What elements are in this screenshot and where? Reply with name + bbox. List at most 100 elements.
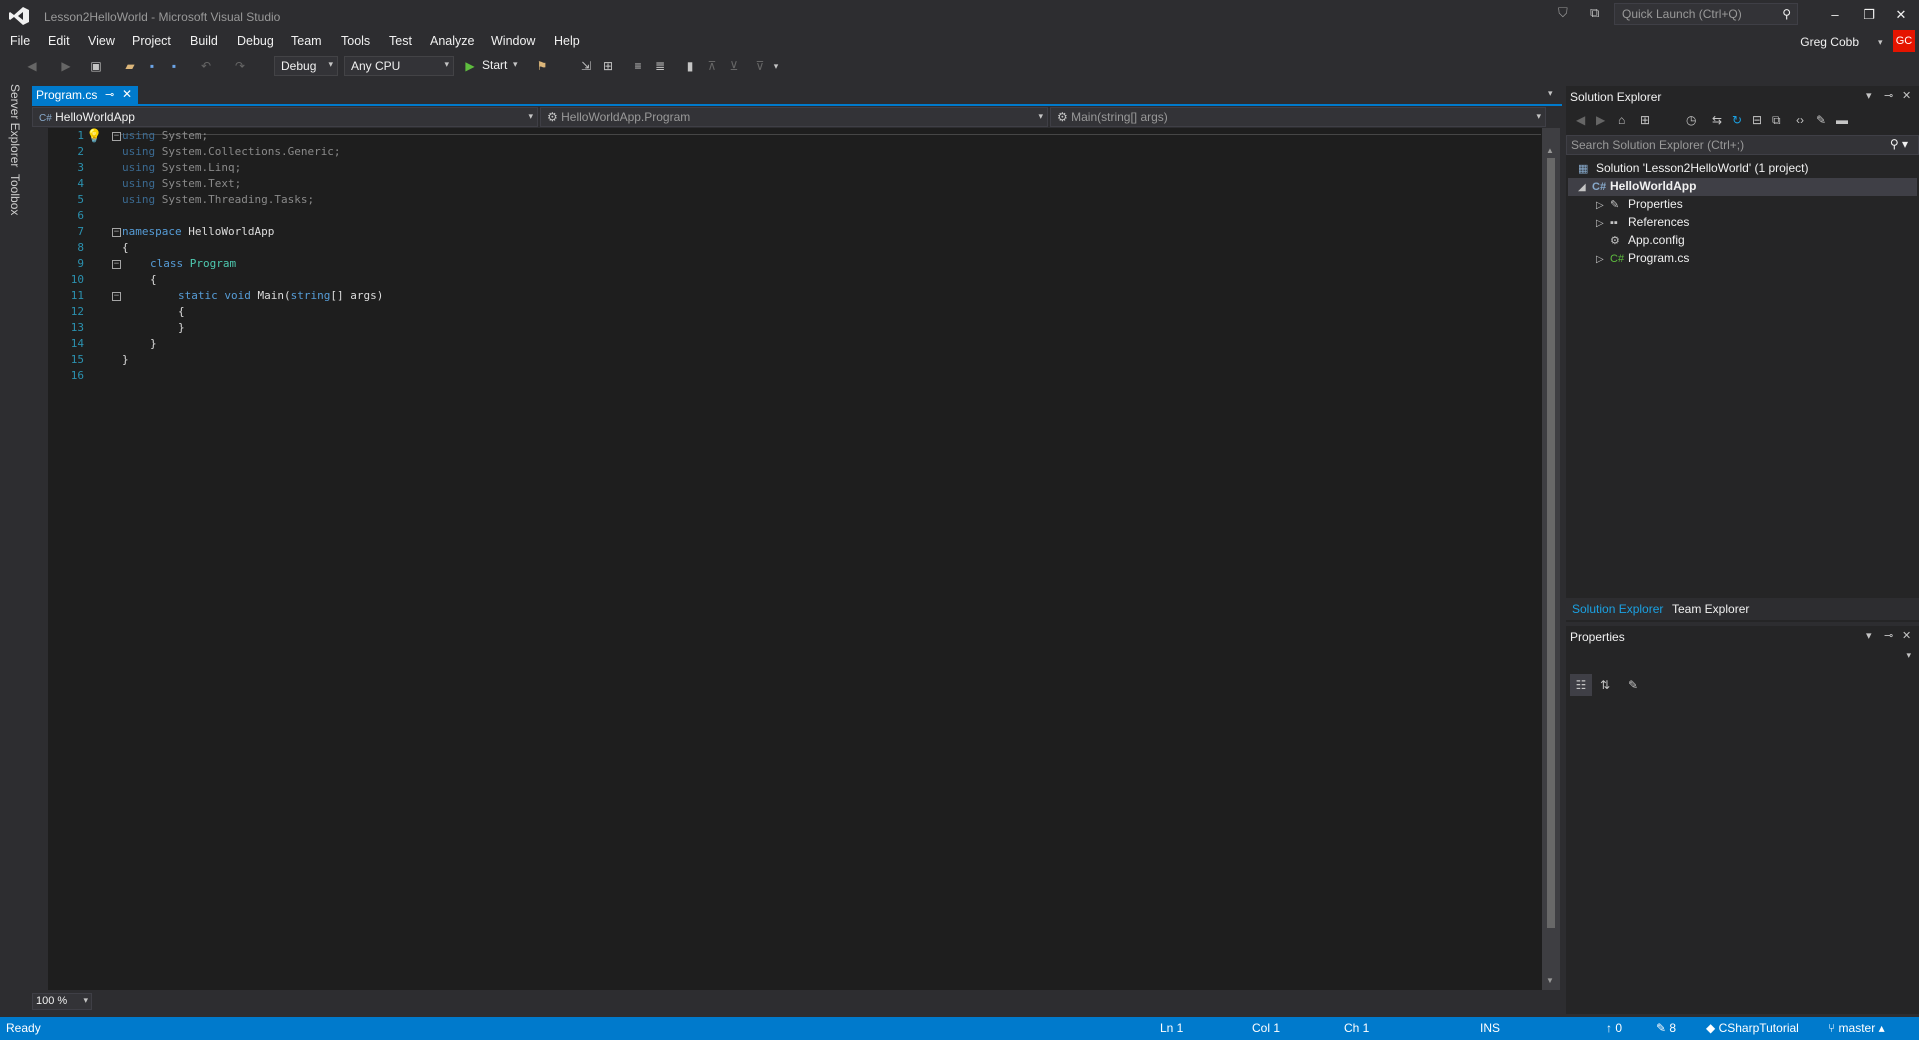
member-nav-select[interactable]: ⚙ Main(string[] args) ▾ (1050, 107, 1546, 127)
close-window-button[interactable]: ✕ (1888, 4, 1914, 26)
back-icon[interactable]: ◀ (1576, 113, 1585, 127)
avatar[interactable]: GC (1893, 30, 1915, 52)
restore-button[interactable]: ❐ (1856, 4, 1882, 26)
menu-test[interactable]: Test (389, 34, 412, 48)
tree-item-project[interactable]: ◢ C# HelloWorldApp (1578, 179, 1696, 193)
indent-icon[interactable]: ≣ (652, 58, 668, 74)
editor-horizontal-scrollbar[interactable] (32, 992, 1546, 1010)
preview-icon[interactable]: ▬ (1836, 113, 1848, 127)
menu-window[interactable]: Window (491, 34, 535, 48)
platform-select[interactable]: Any CPU ▾ (344, 56, 454, 76)
pin-icon[interactable]: ⊸ (1884, 629, 1893, 642)
close-icon[interactable]: ✕ (1902, 89, 1911, 102)
new-project-icon[interactable]: ▣ (88, 58, 104, 74)
editor-vertical-scrollbar[interactable]: ▲ ▼ (1542, 128, 1560, 990)
tree-item-program-cs[interactable]: ▷ C# Program.cs (1596, 251, 1689, 265)
scroll-down-icon[interactable]: ▼ (1546, 976, 1554, 985)
save-icon[interactable]: ▪ (144, 58, 160, 74)
server-explorer-tab[interactable]: Server Explorer (8, 84, 22, 167)
tab-overflow-icon[interactable]: ▾ (1548, 88, 1553, 99)
show-all-files-icon[interactable]: ⧉ (1772, 113, 1781, 128)
menu-team[interactable]: Team (291, 34, 322, 48)
browser-link-icon[interactable]: ⚑ (534, 58, 550, 74)
expand-icon[interactable]: ▷ (1596, 218, 1610, 229)
forward-icon[interactable]: ▶ (1596, 113, 1605, 127)
lightbulb-icon[interactable]: 💡 (86, 129, 102, 143)
open-file-icon[interactable]: ▰ (122, 58, 138, 74)
next-bookmark-icon[interactable]: ⊻ (726, 58, 742, 74)
unpushed-commits[interactable]: ↑ 0 (1606, 1021, 1622, 1035)
collapse-icon[interactable]: − (112, 260, 121, 269)
menu-help[interactable]: Help (554, 34, 580, 48)
layout-icon[interactable]: ⊞ (600, 58, 616, 74)
refresh-icon[interactable]: ↻ (1732, 113, 1742, 127)
menu-edit[interactable]: Edit (48, 34, 70, 48)
expanded-icon[interactable]: ◢ (1578, 182, 1592, 193)
pin-icon[interactable]: ⊸ (105, 88, 114, 101)
close-icon[interactable]: ✕ (122, 87, 132, 101)
menu-tools[interactable]: Tools (341, 34, 370, 48)
type-nav-select[interactable]: ⚙ HelloWorldApp.Program ▾ (540, 107, 1048, 127)
solution-search-input[interactable]: Search Solution Explorer (Ctrl+;) ⚲ ▾ (1566, 135, 1919, 155)
pending-changes-filter-icon[interactable]: ◷ (1686, 113, 1696, 127)
tree-item-solution[interactable]: ▦ Solution 'Lesson2HelloWorld' (1 project… (1578, 161, 1808, 175)
tab-team-explorer[interactable]: Team Explorer (1672, 602, 1749, 616)
notifications-filter-icon[interactable]: ⛉ (1558, 5, 1568, 21)
outdent-icon[interactable]: ≡ (630, 58, 646, 74)
navigate-forward-icon[interactable]: ▶ (58, 58, 74, 74)
property-pages-icon[interactable]: ✎ (1622, 674, 1644, 696)
start-button[interactable]: Start (482, 58, 507, 72)
menu-analyze[interactable]: Analyze (430, 34, 474, 48)
home-icon[interactable]: ⌂ (1618, 113, 1625, 127)
properties-object-select[interactable]: ▾ (1566, 648, 1919, 668)
collapse-icon[interactable]: − (112, 292, 121, 301)
step-over-icon[interactable]: ⇲ (578, 58, 594, 74)
feedback-icon[interactable]: ⧉ (1590, 5, 1599, 21)
chevron-down-icon[interactable]: ▾ (513, 59, 518, 70)
menu-project[interactable]: Project (132, 34, 171, 48)
tree-item-properties[interactable]: ▷ ✎ Properties (1596, 197, 1683, 211)
user-name[interactable]: Greg Cobb (1800, 35, 1859, 49)
sync-icon[interactable]: ⇆ (1712, 113, 1722, 127)
alphabetical-icon[interactable]: ⇅ (1594, 674, 1616, 696)
menu-file[interactable]: File (10, 34, 30, 48)
view-code-icon[interactable]: ‹› (1796, 113, 1804, 127)
properties-wrench-icon[interactable]: ✎ (1816, 113, 1826, 127)
tree-item-references[interactable]: ▷ ▪▪ References (1596, 215, 1689, 229)
start-icon[interactable]: ▶ (462, 58, 478, 74)
collapse-icon[interactable]: − (112, 132, 121, 141)
menu-debug[interactable]: Debug (237, 34, 274, 48)
chevron-down-icon[interactable]: ▾ (1878, 37, 1883, 48)
close-icon[interactable]: ✕ (1902, 629, 1911, 642)
previous-bookmark-icon[interactable]: ⊼ (704, 58, 720, 74)
redo-icon[interactable]: ↷ (232, 58, 248, 74)
collapse-all-icon[interactable]: ⊟ (1752, 113, 1762, 127)
expand-icon[interactable]: ▷ (1596, 200, 1610, 211)
zoom-select[interactable]: 100 % ▾ (32, 993, 92, 1010)
quick-launch-input[interactable]: Quick Launch (Ctrl+Q) ⚲ (1614, 3, 1798, 25)
save-all-icon[interactable]: ▪ (166, 58, 182, 74)
collapse-icon[interactable]: − (112, 228, 121, 237)
scrollbar-thumb[interactable] (1547, 158, 1555, 928)
toolbox-tab[interactable]: Toolbox (8, 174, 22, 215)
minimize-button[interactable]: – (1822, 4, 1848, 26)
menu-view[interactable]: View (88, 34, 115, 48)
toolbar-overflow-icon[interactable]: ▾ (768, 58, 784, 74)
tab-solution-explorer[interactable]: Solution Explorer (1572, 602, 1663, 616)
categorized-icon[interactable]: ☷ (1570, 674, 1592, 696)
code-editor[interactable] (32, 128, 1546, 990)
scroll-up-icon[interactable]: ▲ (1546, 146, 1554, 155)
project-nav-select[interactable]: C# HelloWorldApp ▾ (32, 107, 538, 127)
configuration-select[interactable]: Debug ▾ (274, 56, 338, 76)
repository-selector[interactable]: ◆ CSharpTutorial (1706, 1021, 1799, 1035)
switch-views-icon[interactable]: ⊞ (1640, 113, 1650, 127)
menu-build[interactable]: Build (190, 34, 218, 48)
chevron-down-icon[interactable]: ▾ (1866, 89, 1872, 102)
pin-icon[interactable]: ⊸ (1884, 89, 1893, 102)
tree-item-app-config[interactable]: ⚙ App.config (1610, 233, 1685, 247)
clear-bookmarks-icon[interactable]: ⊽ (752, 58, 768, 74)
expand-icon[interactable]: ▷ (1596, 254, 1610, 265)
pending-changes[interactable]: ✎ 8 (1656, 1021, 1676, 1035)
navigate-back-icon[interactable]: ◀ (24, 58, 40, 74)
branch-selector[interactable]: ⑂ master ▴ (1828, 1021, 1885, 1035)
